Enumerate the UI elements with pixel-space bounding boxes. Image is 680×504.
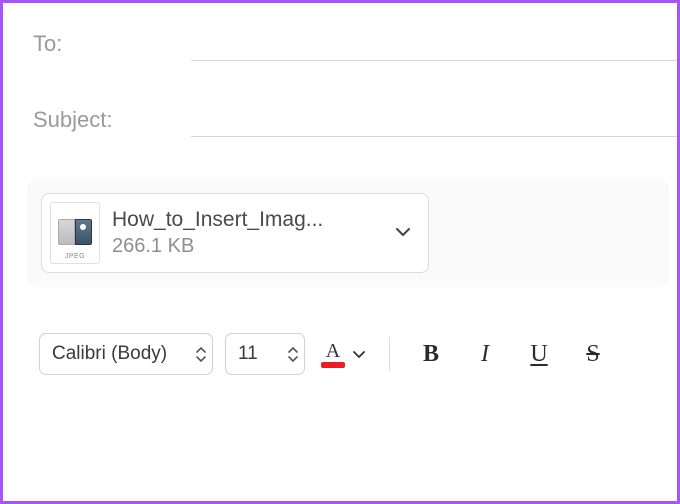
attachment-size: 266.1 KB xyxy=(112,234,392,259)
font-size-select[interactable]: 11 xyxy=(225,333,305,375)
compose-window: To: Subject: JPEG How_to_Insert_Imag... … xyxy=(0,0,680,504)
chevron-up-icon[interactable] xyxy=(196,345,206,354)
underline-button[interactable]: U xyxy=(518,333,560,375)
attachment-filename: How_to_Insert_Imag... xyxy=(112,207,392,233)
attachments-bar: JPEG How_to_Insert_Imag... 266.1 KB xyxy=(27,179,669,287)
jpeg-file-icon: JPEG xyxy=(50,202,100,264)
formatting-toolbar: Calibri (Body) 11 A xyxy=(33,333,677,375)
font-family-select[interactable]: Calibri (Body) xyxy=(39,333,213,375)
font-family-stepper[interactable] xyxy=(196,345,206,363)
subject-input[interactable] xyxy=(191,103,677,137)
toolbar-divider xyxy=(389,337,390,371)
to-input[interactable] xyxy=(191,27,677,61)
strikethrough-button[interactable]: S xyxy=(572,333,614,375)
subject-label: Subject: xyxy=(33,107,191,133)
to-label: To: xyxy=(33,31,191,57)
subject-row: Subject: xyxy=(33,103,677,137)
font-color-icon: A xyxy=(321,341,345,368)
file-type-label: JPEG xyxy=(65,253,85,260)
font-color-button[interactable]: A xyxy=(317,341,369,368)
font-size-stepper[interactable] xyxy=(288,345,298,363)
attachment-card[interactable]: JPEG How_to_Insert_Imag... 266.1 KB xyxy=(41,193,429,273)
font-color-swatch xyxy=(321,362,345,368)
chevron-down-icon[interactable] xyxy=(288,354,298,363)
bold-button[interactable]: B xyxy=(410,333,452,375)
chevron-down-icon[interactable] xyxy=(196,354,206,363)
font-size-value: 11 xyxy=(238,343,284,365)
chevron-down-icon[interactable] xyxy=(353,346,365,362)
attachment-meta: How_to_Insert_Imag... 266.1 KB xyxy=(112,207,392,258)
chevron-up-icon[interactable] xyxy=(288,345,298,354)
italic-button[interactable]: I xyxy=(464,333,506,375)
to-row: To: xyxy=(33,27,677,61)
chevron-down-icon[interactable] xyxy=(392,224,414,242)
font-family-value: Calibri (Body) xyxy=(52,343,192,365)
